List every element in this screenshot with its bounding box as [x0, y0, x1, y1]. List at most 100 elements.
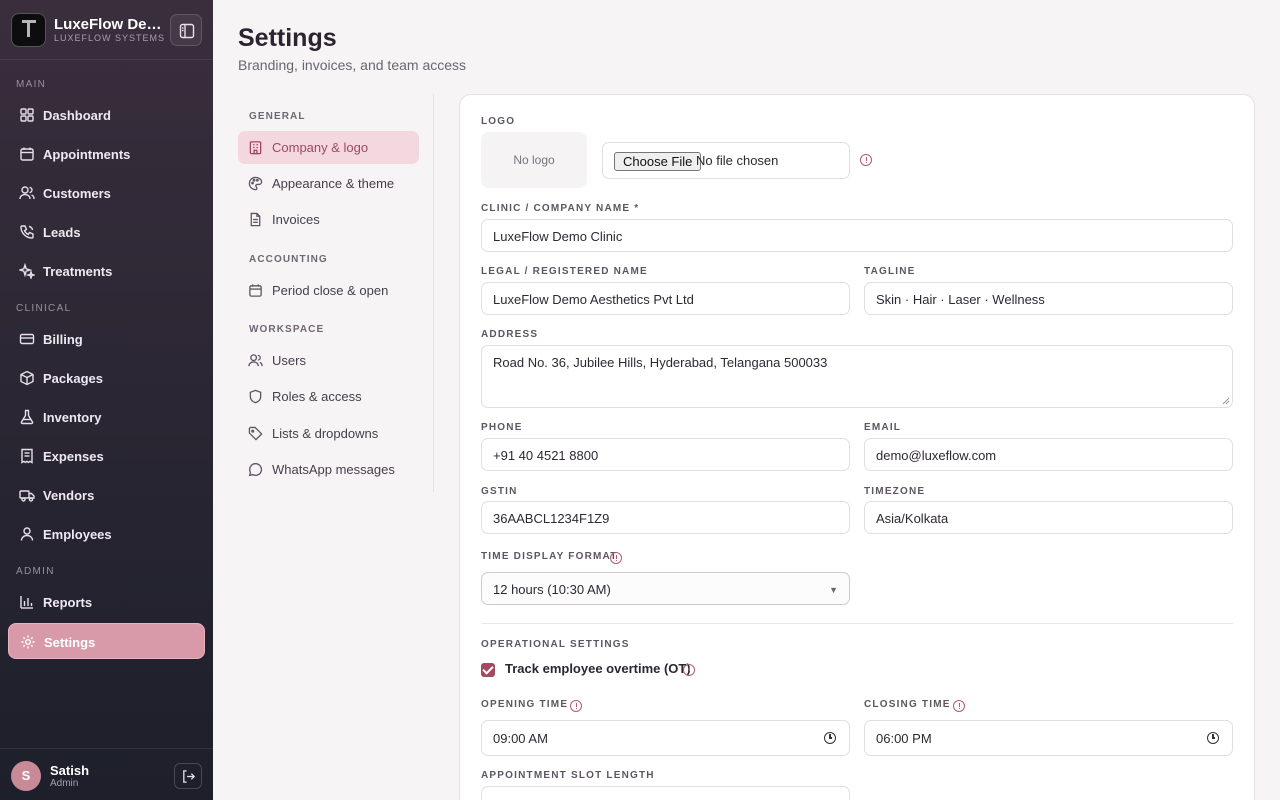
- logo-file-input[interactable]: Choose File No file chosen: [602, 142, 850, 179]
- section-divider: [481, 623, 1233, 624]
- track-ot-label[interactable]: Track employee overtime (OT): [505, 661, 691, 676]
- sidebar-item-appointments[interactable]: Appointments: [8, 136, 205, 172]
- closing-time-info-icon[interactable]: [953, 700, 965, 712]
- email-value: demo@luxeflow.com: [876, 448, 997, 463]
- no-logo-text: No logo: [513, 153, 555, 167]
- sidebar-item-settings[interactable]: Settings: [8, 623, 205, 659]
- subnav-item-label: Period close & open: [272, 283, 389, 298]
- nav-section-main: MAIN: [16, 79, 47, 90]
- slot-length-field[interactable]: [481, 786, 850, 800]
- sidebar-item-expenses[interactable]: Expenses: [8, 438, 205, 474]
- sidebar-item-reports[interactable]: Reports: [8, 584, 205, 620]
- subnav-item-whatsapp-messages[interactable]: WhatsApp messages: [238, 453, 419, 486]
- subnav-item-roles-access[interactable]: Roles & access: [238, 380, 419, 413]
- company-name-field[interactable]: LuxeFlow Demo Clinic: [481, 219, 1233, 252]
- closing-time-field[interactable]: 06:00 PM: [864, 720, 1233, 756]
- page-subtitle: Branding, invoices, and team access: [238, 57, 467, 73]
- brand-logo: [11, 13, 46, 47]
- chat-icon: [248, 463, 263, 477]
- phone-field[interactable]: +91 40 4521 8800: [481, 438, 850, 471]
- gstin-value: 36AABCL1234F1Z9: [493, 511, 610, 526]
- palette-icon: [248, 176, 263, 191]
- closing-time-label: CLOSING TIME: [864, 699, 951, 710]
- avatar[interactable]: S: [11, 761, 41, 791]
- company-name-value: LuxeFlow Demo Clinic: [493, 229, 623, 244]
- sidebar-item-label: Billing: [43, 332, 83, 347]
- subnav-section-general: GENERAL: [249, 111, 306, 122]
- users-icon: [248, 354, 263, 367]
- sidebar-collapse-button[interactable]: [170, 14, 202, 46]
- clock-icon[interactable]: [1207, 732, 1219, 744]
- time-format-select[interactable]: 12 hours (10:30 AM) ▼: [481, 572, 850, 605]
- opening-time-field[interactable]: 09:00 AM: [481, 720, 850, 756]
- email-label: EMAIL: [864, 422, 902, 433]
- users-icon: [19, 186, 35, 200]
- sidebar-item-leads[interactable]: Leads: [8, 214, 205, 250]
- email-field[interactable]: demo@luxeflow.com: [864, 438, 1233, 471]
- tagline-field[interactable]: Skin · Hair · Laser · Wellness: [864, 282, 1233, 315]
- sidebar-item-label: Employees: [43, 527, 112, 542]
- sidebar-item-label: Appointments: [43, 147, 131, 162]
- subnav-item-users[interactable]: Users: [238, 344, 419, 377]
- sidebar: LuxeFlow De… LUXEFLOW SYSTEMS MAIN Dashb…: [0, 0, 213, 800]
- sidebar-item-label: Expenses: [43, 449, 104, 464]
- sidebar-item-label: Dashboard: [43, 108, 111, 123]
- calendar-icon: [249, 284, 262, 297]
- clock-icon[interactable]: [824, 732, 836, 744]
- legal-name-field[interactable]: LuxeFlow Demo Aesthetics Pvt Ltd: [481, 282, 850, 315]
- subnav-section-workspace: WORKSPACE: [249, 324, 325, 335]
- user-profile: S Satish Admin: [0, 748, 213, 800]
- choose-file-button[interactable]: Choose File: [614, 152, 702, 171]
- resize-handle-icon: [1222, 397, 1230, 405]
- grid-icon: [20, 108, 34, 122]
- brand-header: LuxeFlow De… LUXEFLOW SYSTEMS: [0, 0, 213, 60]
- opening-time-value: 09:00 AM: [493, 731, 548, 746]
- phone-icon: [20, 225, 34, 239]
- sidebar-item-inventory[interactable]: Inventory: [8, 399, 205, 435]
- subnav-section-accounting: ACCOUNTING: [249, 254, 328, 265]
- timezone-field[interactable]: Asia/Kolkata: [864, 501, 1233, 534]
- tag-icon: [248, 426, 263, 441]
- team-icon: [20, 527, 34, 541]
- subnav-item-label: Invoices: [272, 212, 320, 227]
- user-name: Satish: [50, 763, 90, 778]
- gstin-field[interactable]: 36AABCL1234F1Z9: [481, 501, 850, 534]
- subnav-item-lists-dropdowns[interactable]: Lists & dropdowns: [238, 417, 419, 450]
- sidebar-item-customers[interactable]: Customers: [8, 175, 205, 211]
- time-format-info-icon[interactable]: [610, 552, 622, 564]
- subnav-item-appearance-theme[interactable]: Appearance & theme: [238, 167, 419, 200]
- subnav-item-invoices[interactable]: Invoices: [238, 203, 419, 236]
- logout-icon: [183, 770, 196, 783]
- gear-icon: [21, 635, 35, 649]
- sidebar-item-label: Treatments: [43, 264, 113, 279]
- subnav-item-period-close[interactable]: Period close & open: [238, 274, 419, 307]
- subnav-divider: [433, 94, 434, 492]
- time-format-label: TIME DISPLAY FORMAT: [481, 551, 618, 562]
- legal-name-value: LuxeFlow Demo Aesthetics Pvt Ltd: [493, 292, 694, 307]
- address-textarea[interactable]: Road No. 36, Jubilee Hills, Hyderabad, T…: [481, 345, 1233, 408]
- logout-button[interactable]: [174, 763, 202, 789]
- receipt-icon: [21, 448, 33, 464]
- opening-time-label: OPENING TIME: [481, 699, 569, 710]
- address-label: ADDRESS: [481, 329, 539, 340]
- subnav-item-company-logo[interactable]: Company & logo: [238, 131, 419, 164]
- truck-icon: [19, 490, 35, 502]
- track-ot-checkbox[interactable]: [481, 663, 495, 677]
- card-icon: [19, 333, 35, 345]
- sidebar-item-vendors[interactable]: Vendors: [8, 477, 205, 513]
- calendar-icon: [20, 147, 34, 161]
- bar-chart-icon: [20, 596, 33, 609]
- sidebar-item-dashboard[interactable]: Dashboard: [8, 97, 205, 133]
- tagline-label: TAGLINE: [864, 266, 916, 277]
- sidebar-item-treatments[interactable]: Treatments: [8, 253, 205, 289]
- sidebar-item-employees[interactable]: Employees: [8, 516, 205, 552]
- sidebar-item-label: Vendors: [43, 488, 95, 503]
- nav-section-admin: ADMIN: [16, 566, 55, 577]
- track-ot-info-icon[interactable]: [683, 664, 695, 676]
- logo-info-icon[interactable]: [860, 154, 872, 166]
- sparkle-icon: [19, 263, 35, 279]
- sidebar-item-billing[interactable]: Billing: [8, 321, 205, 357]
- opening-time-info-icon[interactable]: [570, 700, 582, 712]
- sidebar-item-packages[interactable]: Packages: [8, 360, 205, 396]
- logo-preview: No logo: [481, 132, 587, 188]
